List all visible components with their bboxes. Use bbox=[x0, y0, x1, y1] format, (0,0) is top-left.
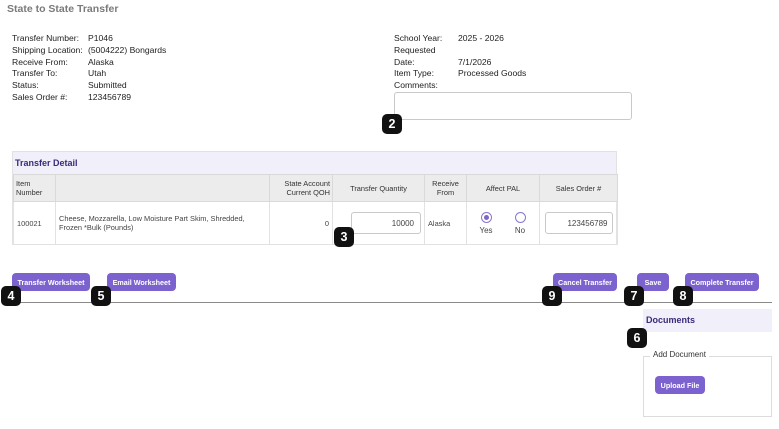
field-label: Status: bbox=[12, 80, 39, 91]
pal-yes-option[interactable]: Yes bbox=[474, 211, 498, 235]
field-value: Utah bbox=[88, 68, 107, 79]
field-label: Item Type: bbox=[394, 68, 434, 79]
field-value: Processed Goods bbox=[458, 68, 527, 79]
pal-no-radio[interactable] bbox=[514, 211, 526, 223]
transfer-quantity-input[interactable]: 10000 bbox=[351, 212, 421, 234]
cancel-transfer-button[interactable]: Cancel Transfer bbox=[553, 273, 617, 291]
field-label: Sales Order #: bbox=[12, 91, 68, 102]
callout-8-badge: 8 bbox=[673, 286, 693, 306]
field-label: Shipping Location: bbox=[12, 44, 83, 55]
school-year-row: School Year: 2025 - 2026 bbox=[394, 33, 526, 45]
sales-order-cell: 123456789 bbox=[539, 201, 618, 245]
callout-6-badge: 6 bbox=[627, 328, 647, 348]
affect-pal-group: Yes No bbox=[470, 211, 536, 235]
status-row: Status: Submitted bbox=[12, 80, 166, 92]
pal-yes-label: Yes bbox=[479, 225, 493, 235]
field-value: 2025 - 2026 bbox=[458, 33, 504, 43]
callout-2-badge: 2 bbox=[382, 114, 402, 134]
receive-from-cell: Alaska bbox=[424, 201, 467, 245]
transfer-to-row: Transfer To: Utah bbox=[12, 68, 166, 80]
upload-file-button[interactable]: Upload File bbox=[655, 376, 705, 394]
transfer-worksheet-button[interactable]: Transfer Worksheet bbox=[12, 273, 90, 291]
callout-9-badge: 9 bbox=[542, 286, 562, 306]
transfer-summary: Transfer Number: P1046 Shipping Location:… bbox=[12, 33, 166, 104]
complete-transfer-button[interactable]: Complete Transfer bbox=[685, 273, 759, 291]
transfer-number-row: Transfer Number: P1046 bbox=[12, 33, 166, 45]
field-label: Transfer To: bbox=[12, 68, 58, 79]
col-qoh: State Account Current QOH bbox=[269, 174, 333, 202]
item-number-cell: 100021 bbox=[13, 201, 56, 245]
table-row: 100021 Cheese, Mozzarella, Low Moisture … bbox=[13, 201, 618, 245]
section-divider bbox=[12, 302, 772, 303]
email-worksheet-button[interactable]: Email Worksheet bbox=[107, 273, 176, 291]
sales-order-row: Sales Order #: 123456789 bbox=[12, 92, 166, 104]
callout-5-badge: 5 bbox=[91, 286, 111, 306]
pal-no-option[interactable]: No bbox=[508, 211, 532, 235]
documents-title: Documents bbox=[643, 309, 772, 332]
affect-pal-cell: Yes No bbox=[466, 201, 540, 245]
col-transfer-quantity: Transfer Quantity bbox=[332, 174, 425, 202]
pal-no-label: No bbox=[514, 225, 526, 235]
field-value: P1046 bbox=[88, 33, 113, 43]
table-header-row: Item Number State Account Current QOH Tr… bbox=[13, 174, 618, 202]
field-label: School Year: bbox=[394, 33, 443, 43]
receive-from-row: Receive From: Alaska bbox=[12, 57, 166, 69]
col-affect-pal: Affect PAL bbox=[466, 174, 540, 202]
col-receive-from: Receive From bbox=[424, 174, 467, 202]
description-cell: Cheese, Mozzarella, Low Moisture Part Sk… bbox=[55, 201, 270, 245]
field-value: 7/1/2026 bbox=[458, 56, 492, 67]
callout-3-badge: 3 bbox=[334, 227, 354, 247]
add-document-label: Add Document bbox=[650, 350, 709, 359]
date-row: Date: 7/1/2026 bbox=[394, 57, 526, 69]
field-value: 123456789 bbox=[88, 91, 132, 102]
shipping-location-row: Shipping Location: (5004222) Bongards bbox=[12, 45, 166, 57]
comments-row: Comments: bbox=[394, 80, 526, 92]
field-label: Requested bbox=[394, 44, 436, 55]
callout-7-badge: 7 bbox=[624, 286, 644, 306]
callout-4-badge: 4 bbox=[1, 286, 21, 306]
field-value: (5004222) Bongards bbox=[88, 44, 167, 55]
transfer-meta: School Year: 2025 - 2026 Requested Date: 7… bbox=[394, 33, 526, 92]
col-description bbox=[55, 174, 270, 202]
qoh-cell: 0 bbox=[269, 201, 333, 245]
comments-label: Comments: bbox=[394, 80, 438, 91]
field-value: Submitted bbox=[88, 80, 127, 91]
field-label: Date: bbox=[394, 56, 415, 67]
field-value: Alaska bbox=[88, 56, 114, 67]
pal-yes-radio[interactable] bbox=[480, 211, 492, 223]
transfer-detail-title: Transfer Detail bbox=[13, 152, 616, 174]
item-type-row: Item Type: Processed Goods bbox=[394, 68, 526, 80]
requested-row: Requested bbox=[394, 45, 526, 57]
field-label: Transfer Number: bbox=[12, 33, 80, 43]
transfer-detail-table: Item Number State Account Current QOH Tr… bbox=[13, 174, 618, 245]
field-label: Receive From: bbox=[12, 56, 68, 67]
col-sales-order: Sales Order # bbox=[539, 174, 618, 202]
sales-order-input[interactable]: 123456789 bbox=[544, 212, 613, 234]
col-item-number: Item Number bbox=[13, 174, 56, 202]
page-title: State to State Transfer bbox=[7, 3, 119, 15]
comments-textarea[interactable] bbox=[394, 92, 632, 120]
